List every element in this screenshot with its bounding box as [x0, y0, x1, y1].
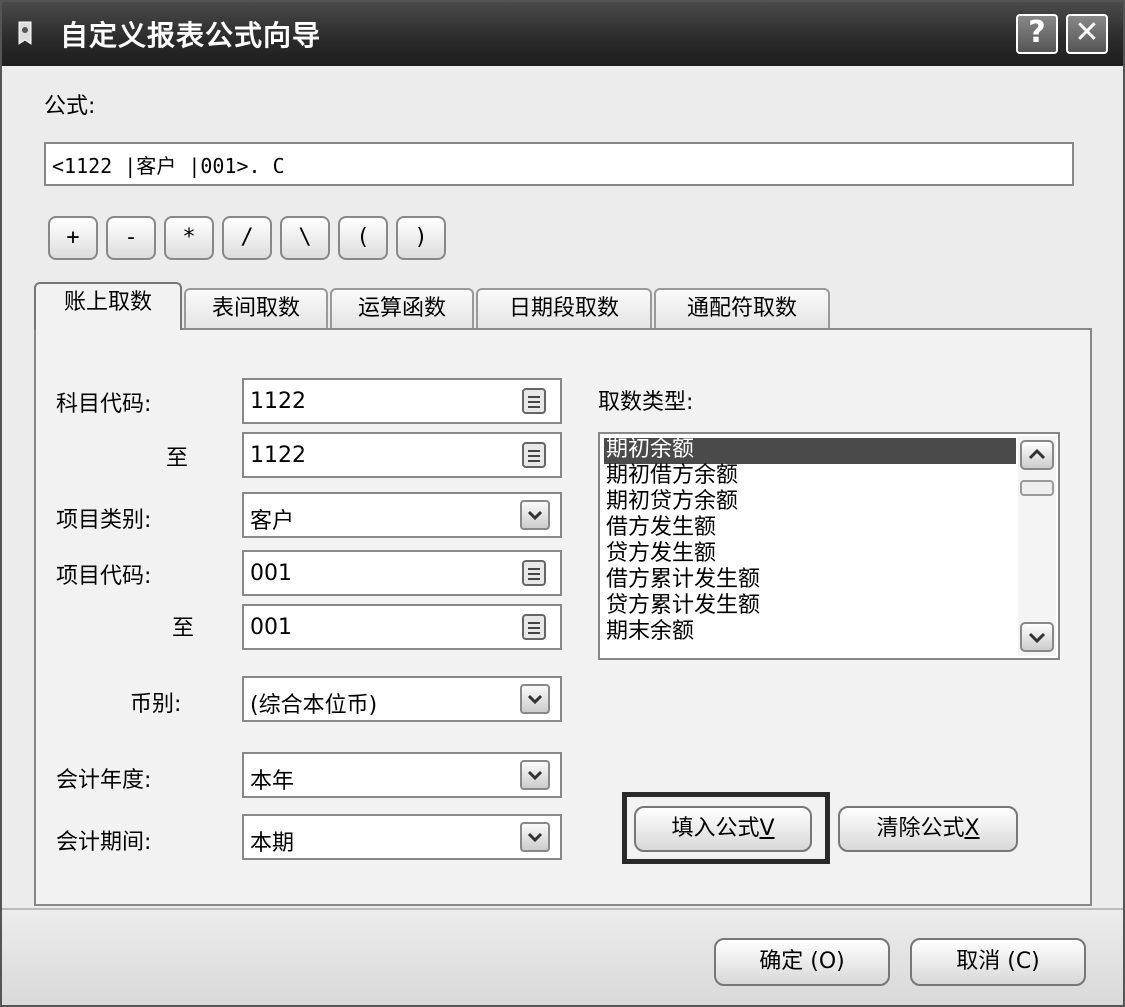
item-code-to-input[interactable]: 001	[242, 604, 562, 650]
operator-minus-button[interactable]: -	[106, 216, 156, 260]
scroll-down-button[interactable]	[1020, 622, 1054, 652]
ok-label: 确定	[759, 949, 804, 974]
clear-formula-key: X	[964, 816, 980, 841]
clear-formula-button[interactable]: 清除公式X	[838, 806, 1018, 852]
tab-account-fetch[interactable]: 账上取数	[34, 282, 182, 330]
fill-formula-key: V	[759, 816, 775, 841]
chevron-down-icon[interactable]	[520, 822, 550, 852]
item-code-input[interactable]: 001	[242, 550, 562, 596]
formula-wizard-dialog: 自定义报表公式向导 ? ✕ 公式: <1122 |客户 |001>. C + -…	[0, 0, 1125, 1007]
formula-input[interactable]: <1122 |客户 |001>. C	[44, 142, 1074, 186]
item-code-to-label: 至	[172, 616, 195, 641]
list-scrollbar[interactable]	[1018, 436, 1056, 656]
fiscal-year-label: 会计年度:	[56, 768, 152, 793]
help-button[interactable]: ?	[1016, 14, 1058, 54]
cancel-button[interactable]: 取消 (C)	[910, 938, 1086, 986]
list-item[interactable]: 贷方累计发生额	[604, 594, 1016, 620]
app-icon	[18, 21, 32, 45]
list-item[interactable]: 贷方发生额	[604, 542, 1016, 568]
fiscal-year-value: 本年	[250, 769, 295, 794]
lookup-list-icon[interactable]	[522, 442, 546, 468]
account-code-to-label: 至	[166, 446, 189, 471]
operator-open-paren-button[interactable]: (	[338, 216, 388, 260]
formula-label: 公式:	[44, 94, 96, 119]
currency-value: (综合本位币)	[250, 693, 378, 718]
title-bar[interactable]: 自定义报表公式向导 ? ✕	[2, 2, 1123, 66]
item-category-select[interactable]: 客户	[242, 492, 562, 538]
clear-formula-label: 清除公式	[876, 816, 965, 841]
tab-wildcard-fetch[interactable]: 通配符取数	[654, 288, 830, 328]
fill-formula-button[interactable]: 填入公式V	[634, 806, 812, 852]
tab-inter-table-fetch[interactable]: 表间取数	[184, 288, 328, 328]
list-item[interactable]: 期末余额	[604, 620, 1016, 646]
chevron-down-icon[interactable]	[520, 684, 550, 714]
lookup-list-icon[interactable]	[522, 614, 546, 640]
fiscal-year-select[interactable]: 本年	[242, 752, 562, 798]
list-item[interactable]: 借方累计发生额	[604, 568, 1016, 594]
operator-backslash-button[interactable]: \	[280, 216, 330, 260]
list-item[interactable]: 期初贷方余额	[604, 490, 1016, 516]
period-select[interactable]: 本期	[242, 814, 562, 860]
cancel-label: 取消	[956, 949, 1001, 974]
item-code-to-value: 001	[250, 615, 292, 640]
chevron-down-icon	[1028, 632, 1046, 644]
account-code-to-value: 1122	[250, 443, 306, 468]
lookup-list-icon[interactable]	[522, 560, 546, 586]
ok-button[interactable]: 确定 (O)	[714, 938, 890, 986]
fill-formula-label: 填入公式	[671, 816, 760, 841]
account-code-to-input[interactable]: 1122	[242, 432, 562, 478]
tab-date-range-fetch[interactable]: 日期段取数	[476, 288, 652, 328]
item-category-value: 客户	[250, 509, 295, 534]
window-title: 自定义报表公式向导	[60, 19, 322, 52]
account-code-value: 1122	[250, 389, 306, 414]
fetch-type-listbox[interactable]: 期初余额 期初借方余额 期初贷方余额 借方发生额 贷方发生额 借方累计发生额 贷…	[598, 432, 1060, 660]
chevron-down-icon[interactable]	[520, 760, 550, 790]
period-value: 本期	[250, 831, 295, 856]
account-code-input[interactable]: 1122	[242, 378, 562, 424]
fetch-type-label: 取数类型:	[598, 390, 694, 415]
list-item[interactable]: 借方发生额	[604, 516, 1016, 542]
scroll-up-button[interactable]	[1020, 440, 1054, 470]
item-category-label: 项目类别:	[56, 508, 152, 533]
close-button[interactable]: ✕	[1066, 14, 1108, 54]
tab-functions[interactable]: 运算函数	[330, 288, 474, 328]
list-item[interactable]: 期初借方余额	[604, 464, 1016, 490]
chevron-down-icon[interactable]	[520, 500, 550, 530]
operator-divide-button[interactable]: /	[222, 216, 272, 260]
operator-close-paren-button[interactable]: )	[396, 216, 446, 260]
operator-plus-button[interactable]: +	[48, 216, 98, 260]
cancel-key: (C)	[1007, 949, 1040, 974]
scroll-thumb[interactable]	[1020, 480, 1054, 496]
currency-label: 币别:	[130, 692, 182, 717]
item-code-label: 项目代码:	[56, 564, 152, 589]
list-item[interactable]: 期初余额	[604, 438, 1016, 464]
operator-multiply-button[interactable]: *	[164, 216, 214, 260]
lookup-list-icon[interactable]	[522, 388, 546, 414]
account-code-label: 科目代码:	[56, 392, 152, 417]
ok-key: (O)	[810, 949, 845, 974]
item-code-value: 001	[250, 561, 292, 586]
period-label: 会计期间:	[56, 830, 152, 855]
currency-select[interactable]: (综合本位币)	[242, 676, 562, 722]
chevron-up-icon	[1028, 448, 1046, 460]
